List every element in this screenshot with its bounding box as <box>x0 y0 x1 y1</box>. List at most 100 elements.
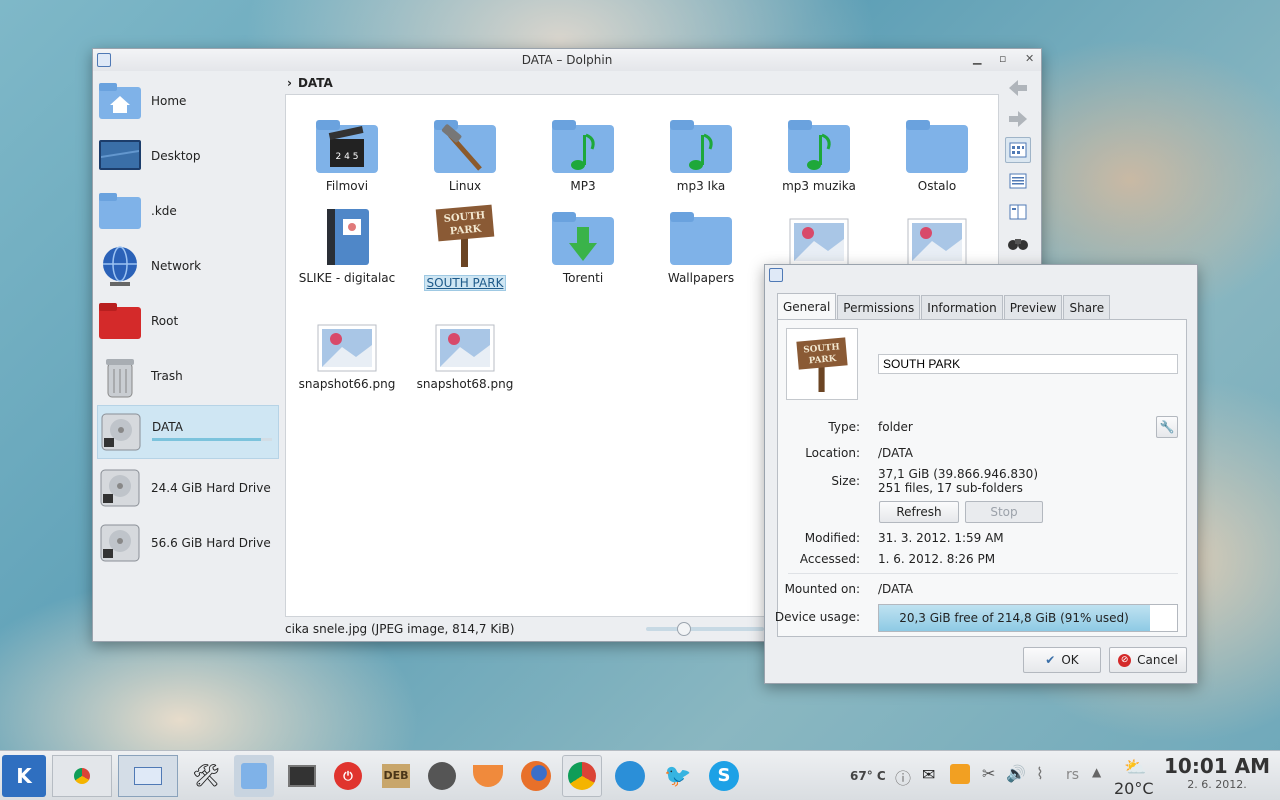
file-label: Torenti <box>562 271 604 285</box>
orange-app-icon[interactable] <box>468 755 508 797</box>
ok-button[interactable]: ✔ OK <box>1023 647 1101 673</box>
firefox-icon[interactable] <box>516 755 556 797</box>
place-hdd-56[interactable]: 56.6 GiB Hard Drive <box>97 517 279 569</box>
file-item-ostalo[interactable]: Ostalo <box>882 107 992 193</box>
tab-information[interactable]: Information <box>921 295 1003 319</box>
maximize-icon[interactable]: ▫ <box>999 52 1006 65</box>
file-item-filmovi[interactable]: 2 4 5 Filmovi <box>292 107 402 193</box>
file-item-image-1[interactable] <box>764 199 874 271</box>
general-panel: SOUTHPARK Type: folder 🔧 Location: /DATA… <box>774 319 1187 637</box>
task-dolphin[interactable] <box>118 755 178 797</box>
weather-temp: 67° C <box>850 769 886 783</box>
mounted-value: /DATA <box>878 582 913 596</box>
file-item-snapshot68[interactable]: snapshot68.png <box>410 305 520 391</box>
file-item-slike[interactable]: SLIKE - digitalac <box>292 199 402 285</box>
minimize-icon[interactable]: ▁ <box>973 52 981 65</box>
place-root[interactable]: Root <box>97 295 279 347</box>
folder-icon <box>882 107 992 175</box>
place-trash[interactable]: Trash <box>97 350 279 402</box>
hard-drive-icon <box>97 521 143 565</box>
file-item-snapshot66[interactable]: snapshot66.png <box>292 305 402 391</box>
breadcrumb-path[interactable]: DATA <box>298 76 333 90</box>
back-arrow-icon[interactable] <box>1005 75 1031 101</box>
device-usage-bar: 20,3 GiB free of 214,8 GiB (91% used) <box>878 604 1178 632</box>
file-item-mp3-muzika[interactable]: mp3 muzika <box>764 107 874 193</box>
photo-book-icon <box>292 199 402 267</box>
scissors-icon[interactable]: ✂ <box>982 764 995 783</box>
usage-label: Device usage: <box>774 610 860 624</box>
cancel-icon: ⊘ <box>1118 653 1132 667</box>
place-hdd-24[interactable]: 24.4 GiB Hard Drive <box>97 462 279 514</box>
place-label: 56.6 GiB Hard Drive <box>151 536 271 550</box>
tab-preview[interactable]: Preview <box>1003 295 1063 319</box>
file-item-torenti[interactable]: Torenti <box>528 199 638 285</box>
folder-icon <box>97 189 143 233</box>
modified-value: 31. 3. 2012. 1:59 AM <box>878 531 1004 545</box>
hard-drive-icon <box>97 466 143 510</box>
window-list-icon <box>134 767 162 785</box>
desktop-icon <box>97 134 143 178</box>
kde-menu-icon[interactable]: K <box>2 755 46 797</box>
updates-icon[interactable] <box>950 764 970 784</box>
settings-tools-icon[interactable]: 🛠 <box>186 755 226 797</box>
wifi-icon[interactable]: ⌇ <box>1036 764 1044 783</box>
place-home[interactable]: Home <box>97 75 279 127</box>
name-input[interactable] <box>878 354 1178 374</box>
clock[interactable]: 10:01 AM 2. 6. 2012. <box>1158 754 1276 791</box>
keyboard-layout[interactable]: rs <box>1066 767 1079 783</box>
window-menu-icon[interactable] <box>97 53 111 67</box>
check-icon: ✔ <box>1045 653 1056 667</box>
info-icon[interactable]: ⓘ <box>895 765 911 789</box>
home-folder-icon <box>97 79 143 123</box>
view-toolbar <box>1005 75 1035 261</box>
refresh-button[interactable]: Refresh <box>879 501 959 523</box>
place-network[interactable]: Network <box>97 240 279 292</box>
file-item-image-2[interactable] <box>882 199 992 271</box>
deb-package-icon[interactable]: DEB <box>376 755 416 797</box>
file-item-linux[interactable]: Linux <box>410 107 520 193</box>
owl-app-icon[interactable] <box>422 755 462 797</box>
configure-type-button[interactable]: 🔧 <box>1156 416 1178 438</box>
film-folder-icon: 2 4 5 <box>292 107 402 175</box>
place-data[interactable]: DATA <box>97 405 279 459</box>
stop-button[interactable]: Stop <box>965 501 1043 523</box>
hummingbird-icon[interactable]: 🐦 <box>658 755 698 797</box>
file-label: SLIKE - digitalac <box>298 271 396 285</box>
tab-permissions[interactable]: Permissions <box>837 295 921 319</box>
file-item-mp3-ika[interactable]: mp3 Ika <box>646 107 756 193</box>
icons-view-icon[interactable] <box>1005 137 1031 163</box>
folder-icon-button[interactable]: SOUTH PARK <box>786 328 858 400</box>
title-bar[interactable]: DATA – Dolphin ▁ ▫ ✕ <box>93 49 1041 71</box>
details-view-icon[interactable] <box>1005 168 1031 194</box>
tab-general[interactable]: General <box>777 293 837 319</box>
zoom-slider[interactable] <box>646 622 764 636</box>
columns-view-icon[interactable] <box>1005 199 1031 225</box>
breadcrumb[interactable]: › DATA <box>283 73 333 93</box>
mail-icon[interactable]: ✉ <box>922 765 935 784</box>
forward-arrow-icon[interactable] <box>1005 106 1031 132</box>
file-label: Linux <box>448 179 482 193</box>
file-manager-icon[interactable] <box>234 755 274 797</box>
close-icon[interactable]: ✕ <box>1025 52 1034 65</box>
place-label: .kde <box>151 204 177 218</box>
volume-icon[interactable]: 🔊 <box>1006 764 1026 783</box>
window-title: DATA – Dolphin <box>521 53 613 67</box>
place-kde[interactable]: .kde <box>97 185 279 237</box>
music-folder-icon <box>528 107 638 175</box>
dialog-window-icon[interactable] <box>769 268 783 282</box>
file-item-wallpapers[interactable]: Wallpapers <box>646 199 756 285</box>
skype-icon[interactable]: S <box>704 755 744 797</box>
breadcrumb-arrow-icon: › <box>287 76 292 90</box>
place-desktop[interactable]: Desktop <box>97 130 279 182</box>
task-chrome[interactable] <box>52 755 112 797</box>
chrome-launcher-icon[interactable] <box>562 755 602 797</box>
system-monitor-icon[interactable] <box>282 755 322 797</box>
cancel-button[interactable]: ⊘ Cancel <box>1109 647 1187 673</box>
file-item-mp3[interactable]: MP3 <box>528 107 638 193</box>
tab-share[interactable]: Share <box>1063 295 1111 319</box>
binoculars-icon[interactable] <box>1005 230 1031 256</box>
tray-expand-icon[interactable]: ▲ <box>1092 765 1101 779</box>
power-icon[interactable]: ⏻ <box>328 755 368 797</box>
file-item-south-park[interactable]: SOUTH PARK SOUTH PARK <box>410 199 520 291</box>
blue-app-icon[interactable] <box>610 755 650 797</box>
